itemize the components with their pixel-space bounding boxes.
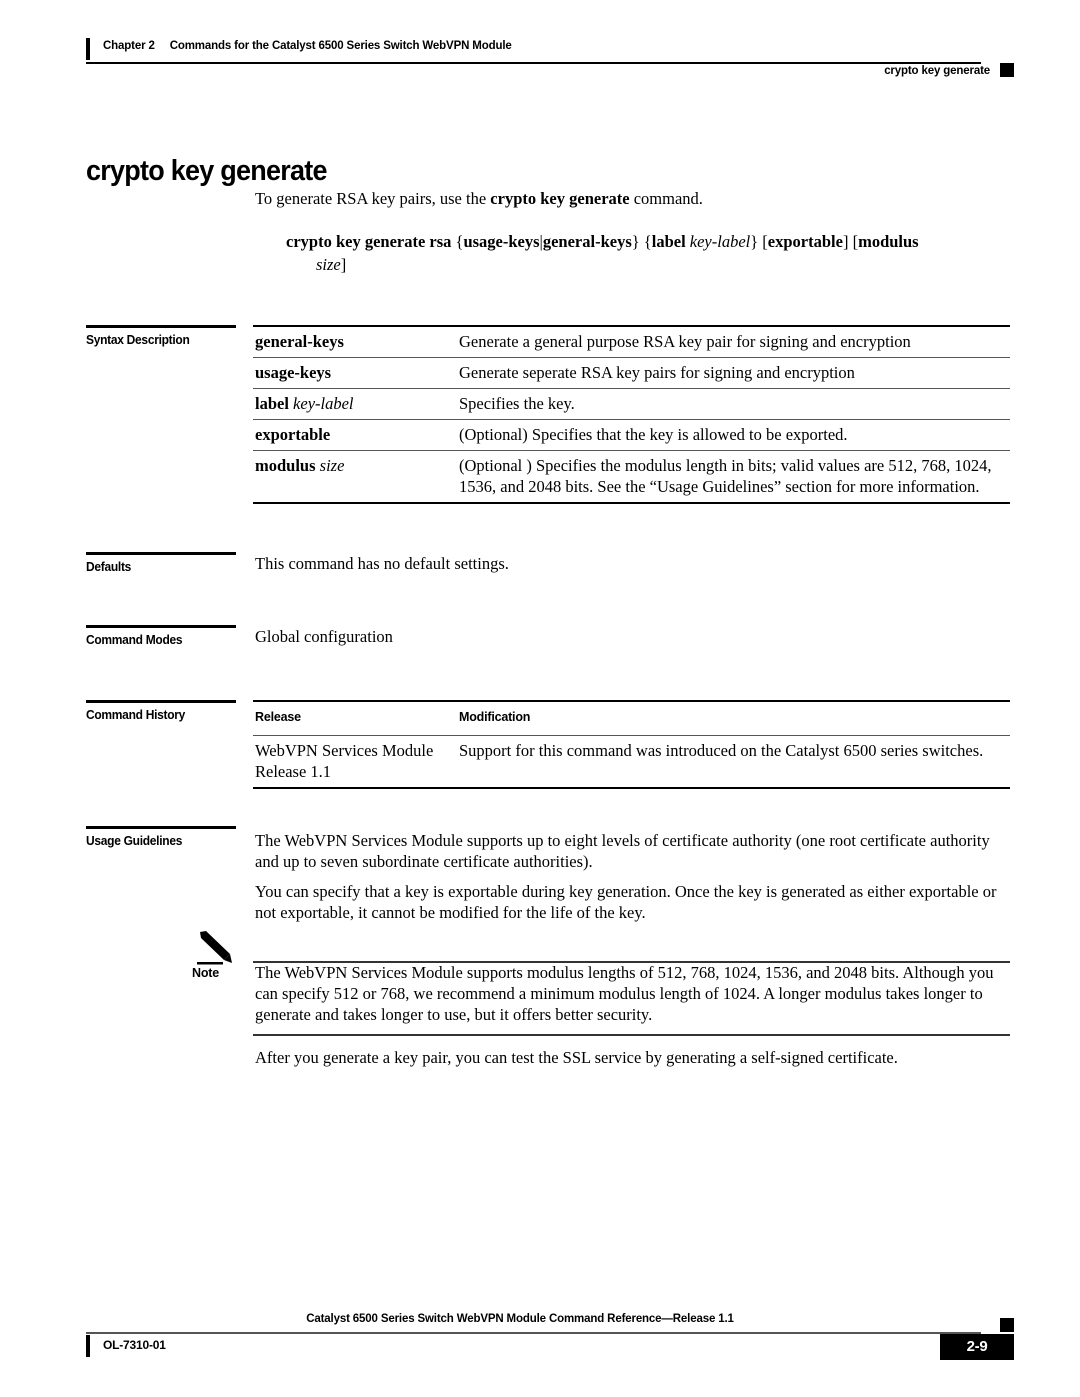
footer-document-number: OL-7310-01 <box>103 1338 166 1352</box>
syntax-keyword-general-keys: general-keys <box>542 232 632 251</box>
syntax-var-size: size <box>316 255 341 274</box>
section-rule <box>86 700 236 703</box>
footer-marker-square <box>1000 1318 1014 1332</box>
header-rule <box>86 62 981 64</box>
syntax-var-key-label: key-label <box>685 232 751 251</box>
section-rule <box>86 625 236 628</box>
table-bottom-rule <box>253 787 1010 790</box>
syntax-keyword-exportable: exportable <box>767 232 843 251</box>
section-label-command-modes: Command Modes <box>86 625 246 647</box>
table-row: WebVPN Services Module Release 1.1 Suppo… <box>253 735 1010 788</box>
syntax-desc-cell: Generate a general purpose RSA key pair … <box>457 325 1010 358</box>
column-header-release: Release <box>253 700 457 736</box>
section-label-defaults: Defaults <box>86 552 246 574</box>
table-row: modulus size (Optional ) Specifies the m… <box>253 450 1010 503</box>
intro-prefix: To generate RSA key pairs, use the <box>255 189 491 208</box>
page-title: crypto key generate <box>86 155 327 188</box>
syntax-desc-cell: Specifies the key. <box>457 388 1010 420</box>
note-rule-bottom <box>253 1034 1010 1036</box>
syntax-description-table: general-keys Generate a general purpose … <box>253 325 1010 505</box>
syntax-desc-cell: (Optional ) Specifies the modulus length… <box>457 450 1010 503</box>
syntax-keyword-modulus: modulus <box>858 232 919 251</box>
syntax-command: crypto key generate rsa <box>286 232 452 251</box>
release-cell: WebVPN Services Module Release 1.1 <box>253 735 457 788</box>
footer-rule <box>86 1332 981 1334</box>
syntax-term-cell: label key-label <box>253 388 457 420</box>
header-left-tick <box>86 38 90 60</box>
syntax-term-cell: modulus size <box>253 450 457 503</box>
page-footer: Catalyst 6500 Series Switch WebVPN Modul… <box>86 1313 1014 1365</box>
syntax-term-cell: usage-keys <box>253 357 457 389</box>
syntax-keyword-usage-keys: usage-keys <box>463 232 540 251</box>
syntax-brace-close-2: } [ <box>750 232 768 251</box>
header-chapter-title: Commands for the Catalyst 6500 Series Sw… <box>169 40 512 52</box>
intro-suffix: command. <box>629 189 703 208</box>
pencil-icon <box>196 930 238 966</box>
table-row: exportable (Optional) Specifies that the… <box>253 419 1010 451</box>
header-marker-square <box>1000 63 1014 77</box>
section-label-text: Defaults <box>86 559 132 574</box>
table-header-row: Release Modification <box>253 700 1010 736</box>
syntax-desc-cell: Generate seperate RSA key pairs for sign… <box>457 357 1010 389</box>
modification-cell: Support for this command was introduced … <box>457 735 1010 788</box>
syntax-term-bold: modulus <box>255 456 316 475</box>
defaults-text: This command has no default settings. <box>255 554 509 573</box>
section-label-text: Command Modes <box>86 632 183 647</box>
note-text: The WebVPN Services Module supports modu… <box>255 963 994 1024</box>
section-label-command-history: Command History <box>86 700 246 722</box>
syntax-keyword-label: label <box>651 232 686 251</box>
section-label-text: Syntax Description <box>86 332 190 347</box>
table-bottom-rule <box>253 502 1010 505</box>
syntax-term-bold: label <box>255 394 289 413</box>
command-modes-text: Global configuration <box>255 627 393 646</box>
section-rule <box>86 325 236 328</box>
syntax-desc-cell: (Optional) Specifies that the key is all… <box>457 419 1010 451</box>
section-label-text: Command History <box>86 707 186 722</box>
page-header: Chapter 2 Commands for the Catalyst 6500 … <box>86 38 1014 77</box>
syntax-brace-close: } { <box>631 232 652 251</box>
intro-command-name: crypto key generate <box>490 189 630 208</box>
header-running-head: crypto key generate <box>884 65 990 77</box>
syntax-term-bold: usage-keys <box>255 363 332 382</box>
command-history-table: Release Modification WebVPN Services Mod… <box>253 700 1010 790</box>
note-label: Note <box>192 966 219 980</box>
command-syntax-line: crypto key generate rsa {usage-keys|gene… <box>286 230 1010 276</box>
syntax-term-bold: exportable <box>255 425 331 444</box>
section-rule <box>86 552 236 555</box>
syntax-term-ital: size <box>315 456 345 475</box>
section-label-usage-guidelines: Usage Guidelines <box>86 826 246 848</box>
syntax-continuation: size] <box>286 253 1010 276</box>
syntax-term-ital: key-label <box>288 394 354 413</box>
section-rule <box>86 826 236 829</box>
syntax-bracket-close-2: ] <box>340 255 347 274</box>
footer-left-tick <box>86 1335 90 1357</box>
closing-paragraph: After you generate a key pair, you can t… <box>255 1048 898 1067</box>
syntax-term-cell: general-keys <box>253 325 457 358</box>
header-chapter-line: Chapter 2 Commands for the Catalyst 6500 … <box>103 40 512 52</box>
section-label-syntax-description: Syntax Description <box>86 325 246 347</box>
header-chapter-number: Chapter 2 <box>103 40 155 52</box>
column-header-modification: Modification <box>457 700 1010 736</box>
table-row: general-keys Generate a general purpose … <box>253 325 1010 358</box>
syntax-brace-open: { <box>451 232 464 251</box>
section-label-text: Usage Guidelines <box>86 833 183 848</box>
footer-book-title: Catalyst 6500 Series Switch WebVPN Modul… <box>306 1313 734 1325</box>
table-row: label key-label Specifies the key. <box>253 388 1010 420</box>
syntax-term-bold: general-keys <box>255 332 344 351</box>
table-row: usage-keys Generate seperate RSA key pai… <box>253 357 1010 389</box>
intro-paragraph: To generate RSA key pairs, use the crypt… <box>255 188 1010 209</box>
syntax-bracket-close: ] [ <box>842 232 859 251</box>
usage-guidelines-paragraph-2: You can specify that a key is exportable… <box>255 882 997 922</box>
syntax-term-cell: exportable <box>253 419 457 451</box>
footer-page-number: 2-9 <box>940 1334 1014 1360</box>
usage-guidelines-paragraph-1: The WebVPN Services Module supports up t… <box>255 831 990 871</box>
